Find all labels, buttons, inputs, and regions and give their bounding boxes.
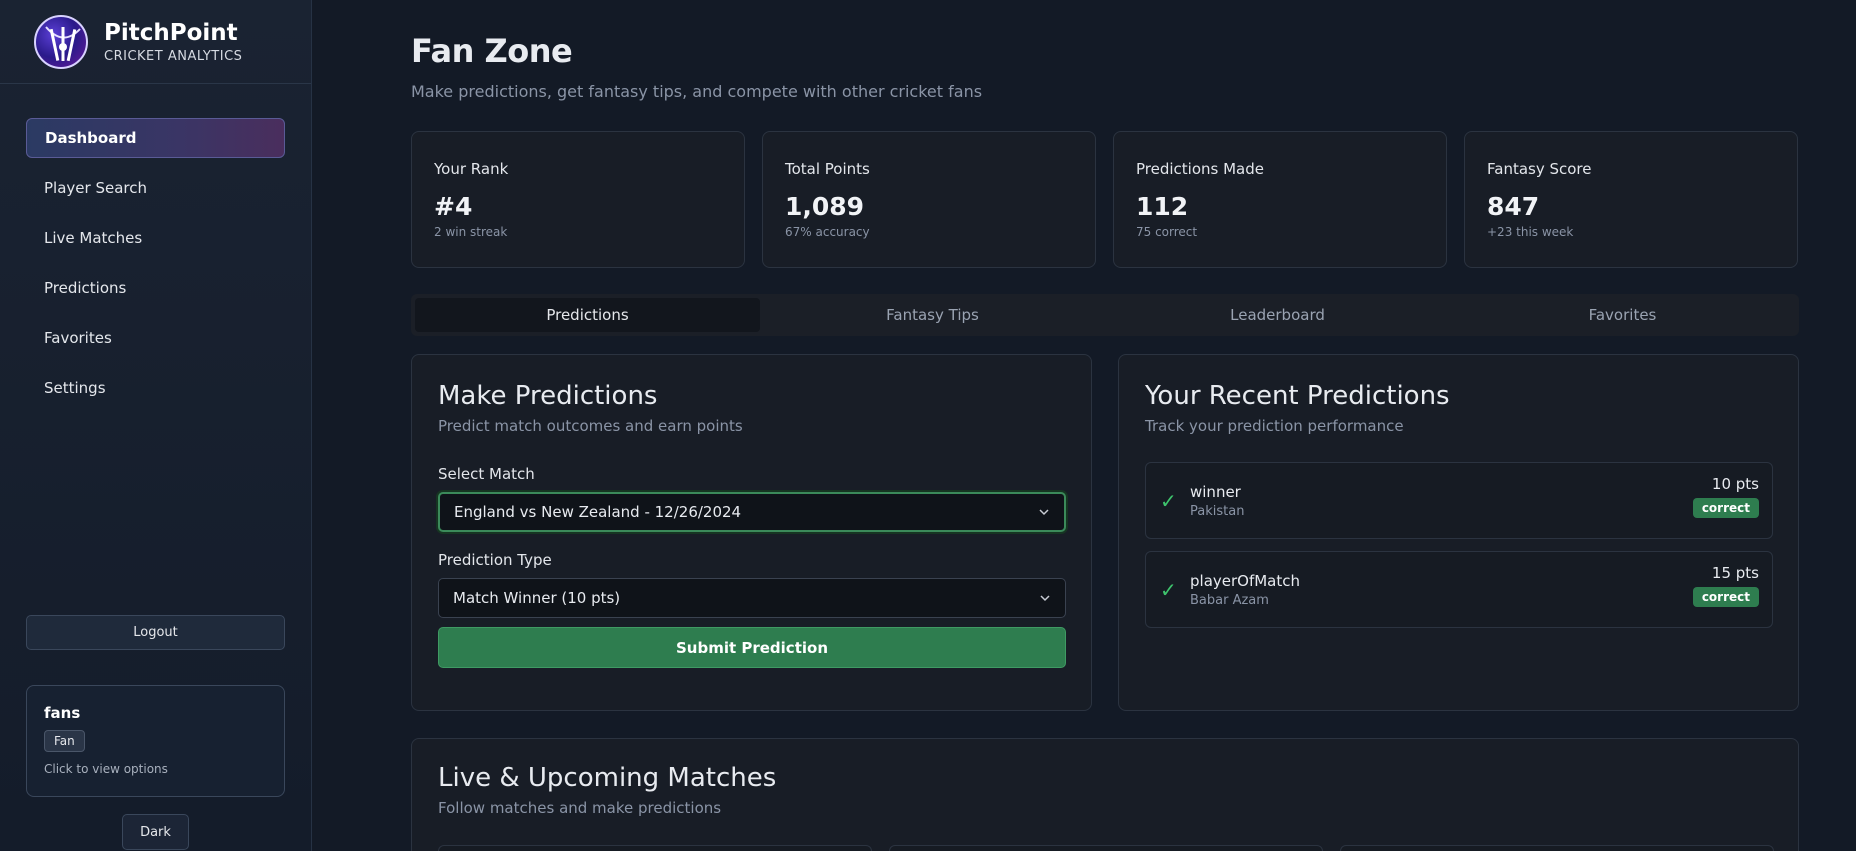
- prediction-title: playerOfMatch: [1190, 571, 1301, 590]
- submit-prediction-button[interactable]: Submit Prediction: [438, 627, 1066, 668]
- prediction-title: winner: [1190, 482, 1241, 501]
- sidebar: PitchPoint CRICKET ANALYTICS Dashboard P…: [0, 0, 312, 851]
- match-card[interactable]: [889, 845, 1323, 851]
- make-predictions-panel: Make Predictions Predict match outcomes …: [411, 354, 1092, 711]
- fan-zone-tabs: Predictions Fantasy Tips Leaderboard Fav…: [411, 294, 1799, 336]
- stat-label: Fantasy Score: [1487, 160, 1592, 178]
- sidebar-item-player-search[interactable]: Player Search: [26, 168, 285, 208]
- theme-toggle-button[interactable]: Dark: [122, 814, 189, 850]
- check-icon: ✓: [1160, 488, 1177, 513]
- tab-fantasy-tips[interactable]: Fantasy Tips: [760, 298, 1105, 332]
- panel-subtitle: Track your prediction performance: [1145, 417, 1404, 435]
- page-subtitle: Make predictions, get fantasy tips, and …: [411, 82, 983, 101]
- panel-title: Your Recent Predictions: [1145, 381, 1450, 411]
- cricket-stumps-logo-icon: [34, 14, 88, 69]
- prediction-points: 10 pts: [1711, 475, 1759, 493]
- panel-subtitle: Follow matches and make predictions: [438, 799, 722, 817]
- stat-value: #4: [434, 192, 473, 221]
- stat-card-predictions-made: Predictions Made 112 75 correct: [1113, 131, 1447, 268]
- stat-label: Predictions Made: [1136, 160, 1264, 178]
- sidebar-item-live-matches[interactable]: Live Matches: [26, 218, 285, 258]
- user-name: fans: [44, 704, 81, 722]
- stat-label: Total Points: [785, 160, 870, 178]
- user-card-hint: Click to view options: [44, 762, 168, 776]
- stat-value: 1,089: [785, 192, 865, 221]
- panel-title: Live & Upcoming Matches: [438, 763, 777, 793]
- brand[interactable]: PitchPoint CRICKET ANALYTICS: [0, 0, 311, 84]
- stat-sub: 67% accuracy: [785, 225, 870, 239]
- prediction-subtitle: Babar Azam: [1190, 592, 1269, 608]
- prediction-type-value: Match Winner (10 pts): [453, 589, 621, 607]
- select-match-value: England vs New Zealand - 12/26/2024: [454, 503, 742, 521]
- stat-card-fantasy-score: Fantasy Score 847 +23 this week: [1464, 131, 1798, 268]
- user-card[interactable]: fans Fan Click to view options: [26, 685, 285, 797]
- stat-sub: +23 this week: [1487, 225, 1574, 239]
- match-cards: [438, 845, 1774, 851]
- stat-card-total-points: Total Points 1,089 67% accuracy: [762, 131, 1096, 268]
- tab-predictions[interactable]: Predictions: [415, 298, 760, 332]
- brand-name: PitchPoint: [104, 19, 238, 46]
- chevron-down-icon: [1040, 595, 1050, 602]
- tab-leaderboard[interactable]: Leaderboard: [1105, 298, 1450, 332]
- stats-row: Your Rank #4 2 win streak Total Points 1…: [411, 131, 1799, 268]
- prediction-type-dropdown[interactable]: Match Winner (10 pts): [438, 578, 1066, 618]
- stat-card-rank: Your Rank #4 2 win streak: [411, 131, 745, 268]
- tab-favorites[interactable]: Favorites: [1450, 298, 1795, 332]
- sidebar-item-dashboard[interactable]: Dashboard: [26, 118, 285, 158]
- select-match-dropdown[interactable]: England vs New Zealand - 12/26/2024: [438, 492, 1066, 532]
- sidebar-nav: Dashboard Player Search Live Matches Pre…: [26, 118, 285, 418]
- page-title: Fan Zone: [411, 32, 573, 70]
- panel-title: Make Predictions: [438, 381, 658, 411]
- sidebar-item-predictions[interactable]: Predictions: [26, 268, 285, 308]
- sidebar-item-favorites[interactable]: Favorites: [26, 318, 285, 358]
- user-role-badge: Fan: [44, 730, 85, 752]
- recent-predictions-panel: Your Recent Predictions Track your predi…: [1118, 354, 1799, 711]
- panel-subtitle: Predict match outcomes and earn points: [438, 417, 743, 435]
- prediction-item[interactable]: ✓ playerOfMatch Babar Azam 15 pts correc…: [1145, 551, 1773, 628]
- prediction-item[interactable]: ✓ winner Pakistan 10 pts correct: [1145, 462, 1773, 539]
- stat-value: 112: [1136, 192, 1189, 221]
- match-card[interactable]: [1340, 845, 1774, 851]
- brand-subtitle: CRICKET ANALYTICS: [104, 48, 243, 64]
- chevron-down-icon: [1039, 509, 1049, 516]
- match-card[interactable]: [438, 845, 872, 851]
- live-upcoming-panel: Live & Upcoming Matches Follow matches a…: [411, 738, 1799, 851]
- stat-label: Your Rank: [434, 160, 509, 178]
- status-badge: correct: [1692, 587, 1759, 607]
- stat-value: 847: [1487, 192, 1540, 221]
- prediction-type-label: Prediction Type: [438, 551, 552, 569]
- prediction-subtitle: Pakistan: [1190, 503, 1245, 519]
- check-icon: ✓: [1160, 577, 1177, 602]
- logout-button[interactable]: Logout: [26, 615, 285, 650]
- sidebar-item-settings[interactable]: Settings: [26, 368, 285, 408]
- stat-sub: 75 correct: [1136, 225, 1198, 239]
- select-match-label: Select Match: [438, 465, 535, 483]
- stat-sub: 2 win streak: [434, 225, 508, 239]
- status-badge: correct: [1692, 498, 1759, 518]
- prediction-points: 15 pts: [1711, 564, 1759, 582]
